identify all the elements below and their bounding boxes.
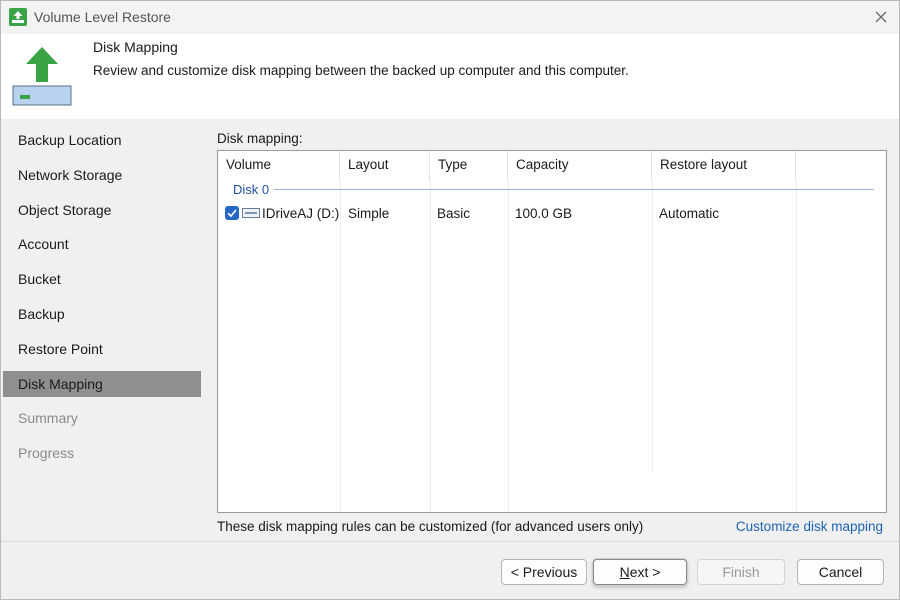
close-icon[interactable] — [871, 7, 891, 27]
finish-button: Finish — [697, 559, 785, 585]
column-divider — [796, 181, 797, 512]
wizard-header: Disk Mapping Review and customize disk m… — [1, 34, 899, 119]
customization-note: These disk mapping rules can be customiz… — [217, 519, 644, 534]
cancel-button[interactable]: Cancel — [797, 559, 884, 585]
column-header-volume[interactable]: Volume — [218, 151, 340, 181]
sidebar-item-account[interactable]: Account — [3, 231, 201, 257]
column-divider — [508, 181, 509, 512]
footer-divider — [1, 541, 899, 542]
next-label: ext > — [629, 564, 661, 580]
volume-level-restore-window: Volume Level Restore Disk Mapping Review… — [0, 0, 900, 600]
title-bar: Volume Level Restore — [1, 1, 899, 34]
disk-mapping-label: Disk mapping: — [217, 131, 303, 146]
disk-mapping-table[interactable]: Volume Layout Type Capacity Restore layo… — [217, 150, 887, 513]
wizard-steps-sidebar: Backup Location Network Storage Object S… — [1, 119, 203, 541]
window-title: Volume Level Restore — [34, 9, 171, 25]
sidebar-item-bucket[interactable]: Bucket — [3, 266, 201, 292]
restore-upload-icon — [9, 8, 27, 26]
volume-capacity: 100.0 GB — [515, 206, 573, 221]
volume-type: Basic — [437, 206, 471, 221]
column-header-capacity[interactable]: Capacity — [508, 151, 652, 181]
disk-group-label: Disk 0 — [233, 182, 270, 197]
main-content: Disk mapping: Volume Layout Type Capacit… — [203, 119, 899, 541]
volume-checkbox[interactable] — [225, 206, 239, 220]
customize-disk-mapping-link[interactable]: Customize disk mapping — [736, 519, 883, 534]
drive-icon — [242, 208, 260, 218]
column-header-restore-layout[interactable]: Restore layout — [652, 151, 796, 181]
sidebar-item-disk-mapping[interactable]: Disk Mapping — [3, 371, 201, 397]
column-divider — [430, 181, 431, 512]
page-description: Review and customize disk mapping betwee… — [93, 63, 629, 78]
sidebar-item-progress: Progress — [18, 445, 75, 461]
sidebar-item-restore-point[interactable]: Restore Point — [3, 336, 201, 362]
volume-layout: Simple — [348, 206, 390, 221]
column-header-empty — [796, 151, 886, 181]
sidebar-item-network-storage[interactable]: Network Storage — [3, 162, 201, 188]
volume-name: IDriveAJ (D:) — [262, 206, 340, 221]
column-header-layout[interactable]: Layout — [340, 151, 430, 181]
next-accelerator: N — [619, 564, 630, 580]
previous-button[interactable]: < Previous — [501, 559, 587, 585]
table-row[interactable]: IDriveAJ (D:) Simple Basic 100.0 GB Auto… — [219, 202, 885, 226]
disk-group-divider — [274, 189, 874, 190]
column-header-type[interactable]: Type — [430, 151, 508, 181]
sidebar-item-backup-location[interactable]: Backup Location — [3, 127, 201, 153]
page-title: Disk Mapping — [93, 39, 178, 55]
checkmark-icon — [227, 209, 237, 218]
volume-restore-layout[interactable]: Automatic — [659, 206, 719, 221]
column-divider — [340, 181, 341, 512]
sidebar-item-object-storage[interactable]: Object Storage — [3, 197, 201, 223]
restore-arrow-disk-icon — [12, 47, 72, 106]
sidebar-item-backup[interactable]: Backup — [3, 301, 201, 327]
next-button[interactable]: Next > — [593, 559, 687, 585]
sidebar-item-summary: Summary — [18, 410, 78, 426]
